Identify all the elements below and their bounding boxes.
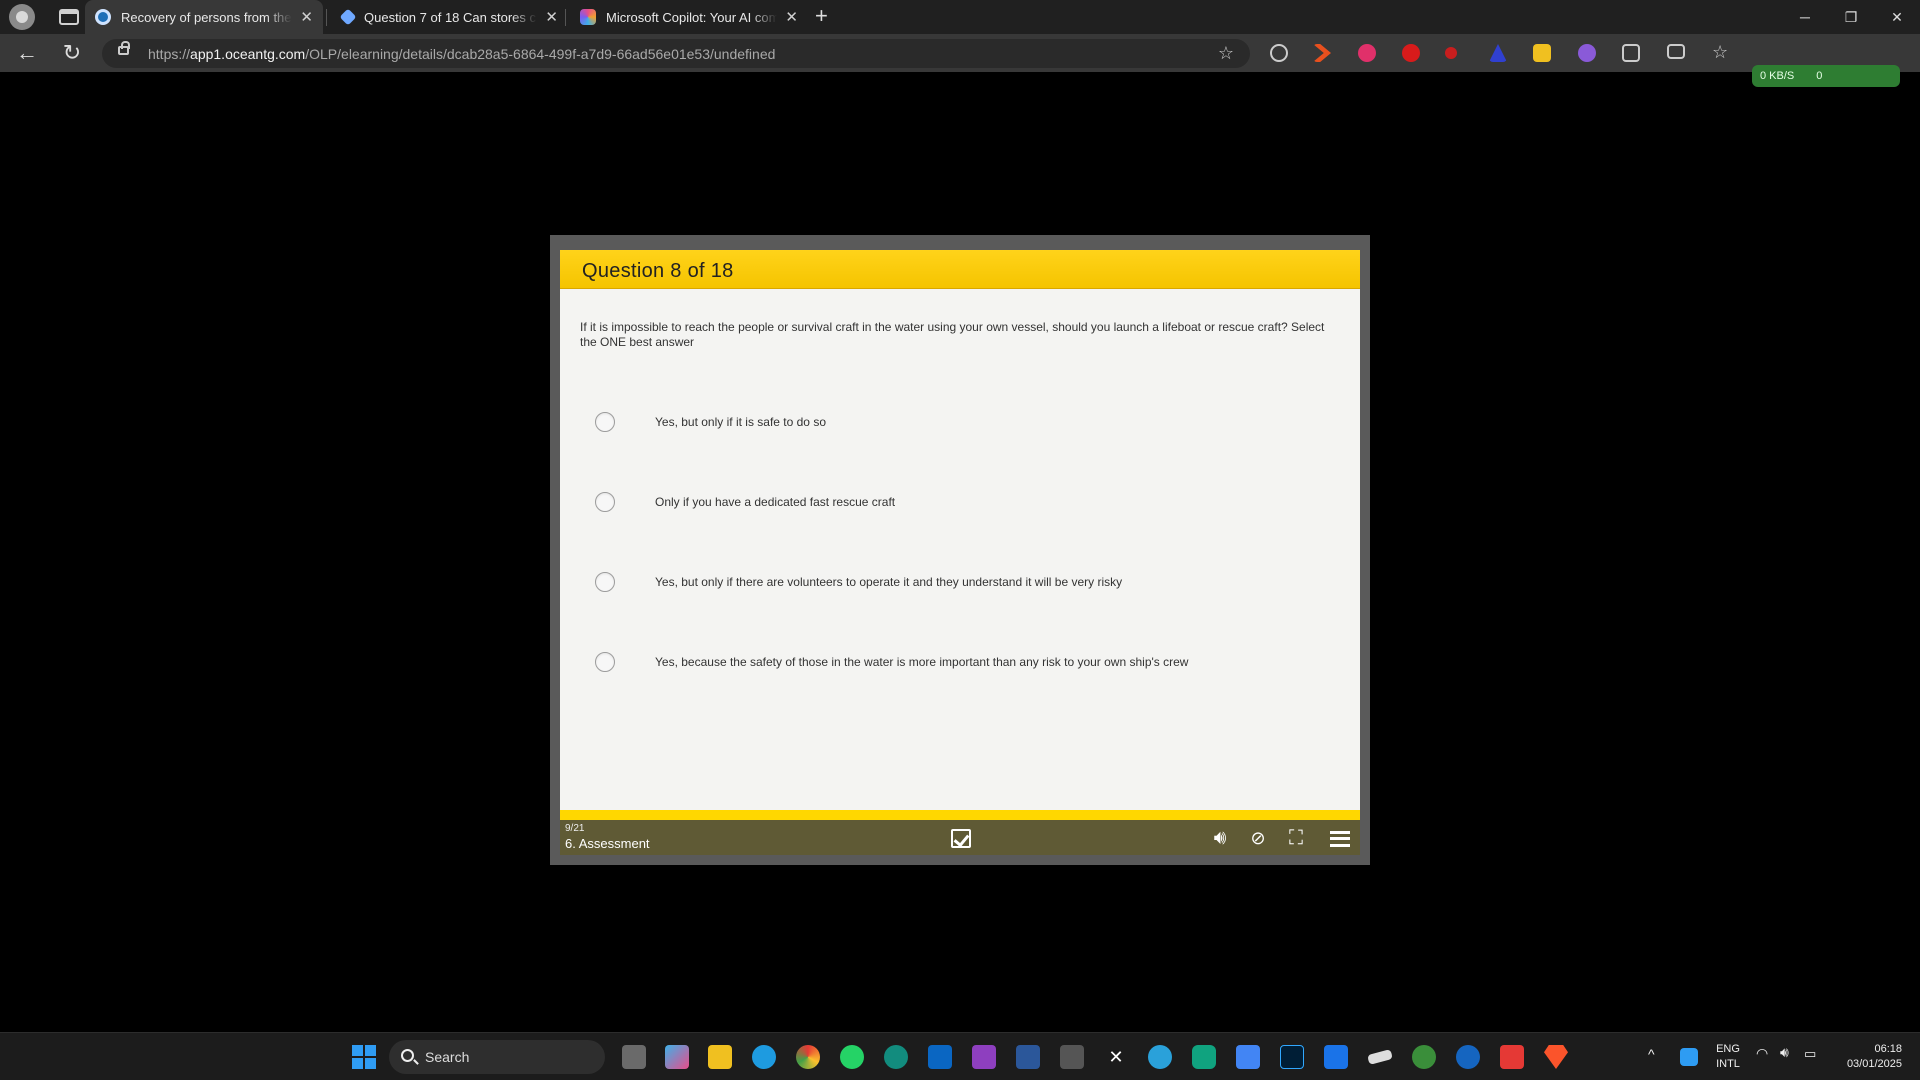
copilot-icon[interactable] — [665, 1045, 689, 1069]
slide-counter: 9/21 — [565, 823, 585, 834]
oceantg-favicon-icon — [95, 9, 111, 25]
security-tray-icon[interactable] — [1680, 1048, 1698, 1066]
question-header: Question 8 of 18 — [560, 250, 1360, 289]
edge-icon[interactable] — [752, 1045, 776, 1069]
wifi-icon[interactable]: ◠ — [1756, 1046, 1768, 1061]
fullscreen-icon[interactable]: ⛶ — [1284, 826, 1308, 850]
slide-progress-bar — [560, 810, 1360, 820]
tray-chevron-up-icon[interactable]: ^ — [1648, 1047, 1655, 1062]
taskbar-search-box[interactable]: Search — [389, 1040, 605, 1074]
cube-favicon-icon — [339, 8, 357, 26]
radio-button[interactable] — [595, 412, 615, 432]
answer-option-1[interactable]: Yes, but only if it is safe to do so — [595, 410, 826, 434]
windows-start-icon[interactable] — [352, 1045, 376, 1069]
extension-purple-icon[interactable] — [1578, 44, 1596, 62]
search-icon — [401, 1049, 414, 1062]
windows-taskbar: Search ✕ ^ ENG INTL ◠ 🔊︎ ▭ 06:18 03/01/2… — [0, 1032, 1920, 1080]
new-tab-plus-icon[interactable]: + — [815, 3, 828, 29]
menu-icon[interactable] — [1330, 831, 1350, 847]
volume-icon[interactable]: 🔊︎ — [1208, 826, 1232, 850]
close-tab-icon[interactable]: ✕ — [300, 8, 313, 26]
close-window-icon[interactable]: ✕ — [1874, 0, 1920, 34]
restore-icon[interactable]: ❐ — [1828, 0, 1874, 34]
language-indicator[interactable]: ENG INTL — [1712, 1042, 1744, 1072]
answer-option-3[interactable]: Yes, but only if there are volunteers to… — [595, 570, 1122, 594]
app-purple-icon[interactable] — [972, 1045, 996, 1069]
tab-separator — [565, 9, 566, 26]
tab-question-7[interactable]: Question 7 of 18 Can stores crane ✕ — [330, 0, 568, 34]
question-text: If it is impossible to reach the people … — [580, 320, 1325, 349]
extension-blue-triangle-icon[interactable] — [1489, 44, 1507, 62]
word-icon[interactable] — [1016, 1045, 1040, 1069]
browser-tab-bar: Recovery of persons from the wat ✕ Quest… — [0, 0, 1920, 34]
battery-icon[interactable]: ▭ — [1804, 1046, 1816, 1061]
photoshop-icon[interactable] — [1280, 1045, 1304, 1069]
whatsapp-icon[interactable] — [840, 1045, 864, 1069]
pdf-icon[interactable] — [1500, 1045, 1524, 1069]
telegram-icon[interactable] — [1148, 1045, 1172, 1069]
tab-separator — [326, 9, 327, 26]
favorites-icon[interactable]: ☆ — [1712, 42, 1730, 62]
radio-button[interactable] — [595, 572, 615, 592]
app-dolphin-icon[interactable] — [1456, 1045, 1480, 1069]
app-white-icon[interactable] — [1367, 1049, 1393, 1065]
linkedin-icon[interactable] — [928, 1045, 952, 1069]
minimize-icon[interactable]: ─ — [1782, 0, 1828, 34]
copilot-favicon-icon — [580, 9, 596, 25]
history-clock-icon[interactable] — [1270, 44, 1288, 62]
x-twitter-icon[interactable]: ✕ — [1104, 1045, 1128, 1069]
extension-pink-icon[interactable] — [1358, 44, 1376, 62]
tab-microsoft-copilot[interactable]: Microsoft Copilot: Your AI compa ✕ — [570, 0, 808, 34]
address-toolbar: ← ↻ https://app1.oceantg.com/OLP/elearni… — [0, 34, 1920, 87]
elearning-player: Question 8 of 18 If it is impossible to … — [550, 235, 1370, 865]
answer-option-4[interactable]: Yes, because the safety of those in the … — [595, 650, 1188, 674]
question-slide: Question 8 of 18 If it is impossible to … — [560, 250, 1360, 810]
section-title: 6. Assessment — [565, 836, 650, 851]
file-explorer-icon[interactable] — [708, 1045, 732, 1069]
extension-red-circle-icon[interactable] — [1402, 44, 1420, 62]
submit-checkbox-icon[interactable] — [951, 829, 971, 848]
split-screen-icon[interactable] — [1667, 44, 1685, 59]
network-monitor-widget: 0 KB/S 0 — [1752, 65, 1900, 87]
app-h-icon[interactable] — [1060, 1045, 1084, 1069]
brave-icon[interactable] — [1544, 1045, 1568, 1069]
app-blue-icon[interactable] — [1324, 1045, 1348, 1069]
profile-avatar[interactable] — [9, 4, 35, 30]
favorite-star-icon[interactable]: ☆ — [1218, 43, 1234, 64]
reload-icon[interactable]: ↻ — [60, 41, 84, 65]
close-tab-icon[interactable]: ✕ — [545, 8, 558, 26]
question-title: Question 8 of 18 — [582, 260, 734, 282]
clock[interactable]: 06:18 03/01/2025 — [1832, 1042, 1902, 1072]
captions-off-icon[interactable]: ⊘ — [1246, 826, 1270, 850]
player-control-bar: 9/21 6. Assessment 🔊︎ ⊘ ⛶ — [560, 820, 1360, 855]
volume-tray-icon[interactable]: 🔊︎ — [1780, 1045, 1789, 1060]
task-view-icon[interactable] — [622, 1045, 646, 1069]
workspaces-icon[interactable] — [59, 9, 79, 25]
extension-red-dot-icon[interactable] — [1445, 47, 1457, 59]
chrome-icon[interactable] — [796, 1045, 820, 1069]
radio-button[interactable] — [595, 492, 615, 512]
extension-yellow-icon[interactable] — [1533, 44, 1551, 62]
url-field[interactable]: https://app1.oceantg.com/OLP/elearning/d… — [102, 39, 1250, 68]
back-arrow-icon[interactable]: ← — [15, 41, 39, 65]
lock-icon[interactable] — [118, 41, 130, 55]
fast-forward-extension-icon[interactable] — [1313, 44, 1331, 62]
close-tab-icon[interactable]: ✕ — [785, 8, 798, 26]
translate-icon[interactable] — [1236, 1045, 1260, 1069]
url-text[interactable]: https://app1.oceantg.com/OLP/elearning/d… — [148, 46, 775, 62]
radio-button[interactable] — [595, 652, 615, 672]
tab-recovery-of-persons[interactable]: Recovery of persons from the wat ✕ — [85, 0, 323, 34]
chatgpt-icon[interactable] — [1192, 1045, 1216, 1069]
whatsapp-beta-icon[interactable] — [884, 1045, 908, 1069]
answer-option-2[interactable]: Only if you have a dedicated fast rescue… — [595, 490, 895, 514]
app-globe-icon[interactable] — [1412, 1045, 1436, 1069]
extensions-puzzle-icon[interactable] — [1622, 44, 1640, 62]
